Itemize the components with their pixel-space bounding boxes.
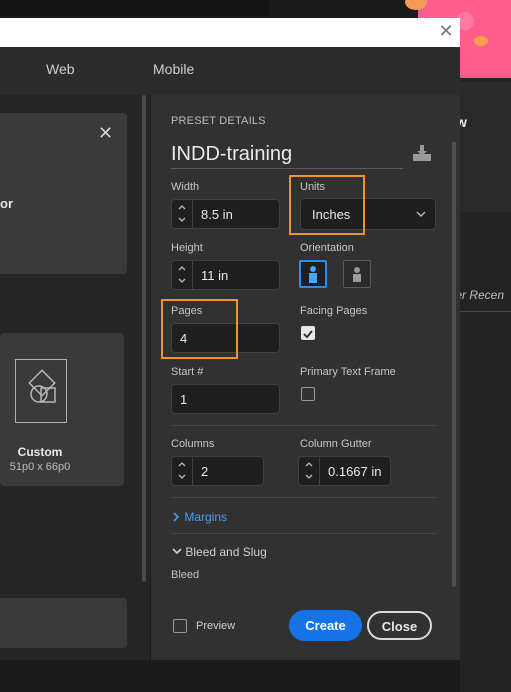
tab-mobile[interactable]: Mobile: [153, 61, 194, 77]
preset-list-scrollbar[interactable]: [142, 95, 146, 582]
checkmark-icon: [303, 330, 313, 339]
preview-label: Preview: [196, 620, 236, 632]
bleed-slug-section-toggle[interactable]: Bleed and Slug: [172, 545, 267, 559]
orientation-landscape-button[interactable]: [343, 260, 371, 288]
preset-details-scrollbar[interactable]: [452, 142, 456, 587]
chevron-up-icon: [178, 266, 186, 271]
chevron-down-icon: [178, 474, 186, 479]
margins-label: Margins: [184, 510, 228, 524]
width-value[interactable]: 8.5 in: [201, 207, 233, 222]
bleed-label: Bleed: [171, 569, 200, 581]
width-stepper-arrows[interactable]: [172, 200, 193, 228]
background-divider: [460, 311, 511, 312]
pages-label: Pages: [171, 305, 203, 317]
section-divider: [171, 497, 437, 498]
landscape-icon: [353, 267, 361, 282]
chevron-right-icon: [173, 512, 180, 522]
chevron-up-icon: [305, 462, 313, 467]
preset-card-label: or: [0, 196, 13, 211]
columns-label: Columns: [171, 438, 215, 450]
primary-text-frame-checkbox[interactable]: [301, 387, 315, 401]
dialog-close-icon[interactable]: ✕: [438, 22, 454, 40]
chevron-down-icon: [178, 278, 186, 283]
document-name-underline: [171, 168, 403, 169]
start-page-label: Start #: [171, 366, 204, 378]
facing-pages-checkbox[interactable]: [301, 326, 315, 340]
save-preset-icon[interactable]: [411, 142, 433, 164]
portrait-icon: [309, 266, 317, 283]
preset-details-heading: PRESET DETAILS: [171, 115, 266, 127]
pages-field[interactable]: 4: [171, 323, 280, 353]
preset-card-size: 51p0 x 66p0: [9, 461, 71, 473]
width-label: Width: [171, 181, 200, 193]
column-gutter-stepper[interactable]: 0.1667 in: [298, 456, 391, 486]
facing-pages-label: Facing Pages: [300, 305, 368, 317]
units-dropdown[interactable]: Inches: [300, 198, 436, 230]
chevron-up-icon: [178, 205, 186, 210]
orientation-portrait-button[interactable]: [299, 260, 327, 288]
column-gutter-stepper-arrows[interactable]: [299, 457, 320, 485]
height-stepper-arrows[interactable]: [172, 261, 193, 289]
pages-value[interactable]: 4: [180, 331, 187, 346]
units-value: Inches: [312, 207, 351, 222]
units-label: Units: [300, 181, 326, 193]
columns-stepper[interactable]: 2: [171, 456, 264, 486]
column-gutter-value[interactable]: 0.1667 in: [328, 464, 382, 479]
preset-card-title: Custom: [17, 445, 63, 459]
dialog-title-bar: [0, 18, 460, 47]
chevron-down-icon: [172, 548, 182, 555]
primary-text-frame-label: Primary Text Frame: [300, 366, 396, 378]
background-card: [460, 82, 511, 212]
width-stepper[interactable]: 8.5 in: [171, 199, 280, 229]
background-app-strip: [0, 0, 270, 16]
document-name-field[interactable]: INDD-training: [171, 143, 292, 166]
preset-card[interactable]: [0, 598, 127, 648]
height-label: Height: [171, 242, 203, 254]
start-page-value[interactable]: 1: [180, 392, 187, 407]
height-value[interactable]: 11 in: [201, 268, 228, 283]
chevron-down-icon: [416, 211, 426, 217]
custom-page-icon: [15, 359, 67, 423]
chevron-down-icon: [305, 474, 313, 479]
card-close-icon[interactable]: ✕: [98, 123, 113, 144]
start-page-field[interactable]: 1: [171, 384, 280, 414]
columns-stepper-arrows[interactable]: [172, 457, 193, 485]
close-button[interactable]: Close: [367, 611, 432, 640]
orientation-label: Orientation: [300, 242, 354, 254]
chevron-up-icon: [178, 462, 186, 467]
height-stepper[interactable]: 11 in: [171, 260, 280, 290]
chevron-down-icon: [178, 217, 186, 222]
margins-section-toggle[interactable]: Margins: [172, 510, 227, 524]
column-gutter-label: Column Gutter: [300, 438, 372, 450]
create-button[interactable]: Create: [289, 610, 362, 641]
preview-checkbox[interactable]: [173, 619, 187, 633]
section-divider: [171, 425, 437, 426]
section-divider: [171, 533, 437, 534]
bleed-slug-label: Bleed and Slug: [185, 545, 267, 559]
columns-value[interactable]: 2: [201, 464, 208, 479]
tab-web[interactable]: Web: [46, 61, 75, 77]
